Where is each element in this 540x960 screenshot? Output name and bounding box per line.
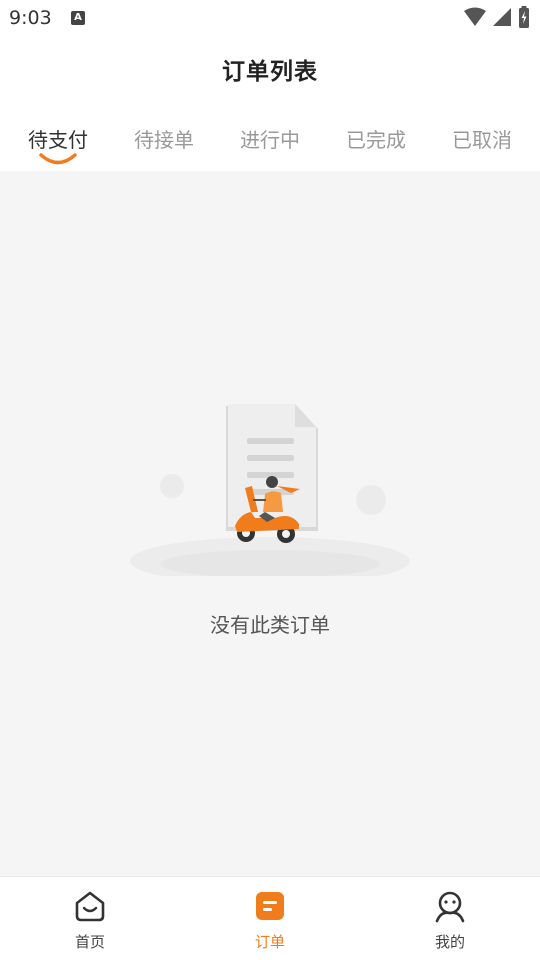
- nav-profile-label: 我的: [434, 933, 465, 951]
- nav-home[interactable]: 首页: [0, 877, 180, 960]
- battery-icon: [519, 6, 529, 28]
- page-header: 订单列表: [0, 36, 540, 108]
- tab-completed[interactable]: 已完成: [326, 108, 426, 171]
- empty-state: 没有此类订单: [0, 171, 540, 876]
- tab-pending-payment[interactable]: 待支付: [8, 108, 108, 171]
- order-status-tabs: 待支付 待接单 进行中 已完成 已取消: [0, 108, 540, 171]
- status-icons: [464, 6, 530, 28]
- tab-in-progress[interactable]: 进行中: [220, 108, 320, 171]
- active-tab-smile-indicator: [39, 153, 77, 165]
- nav-orders-label: 订单: [254, 933, 285, 951]
- nav-orders[interactable]: 订单: [180, 877, 360, 960]
- page-title: 订单列表: [222, 59, 318, 85]
- tab-label: 待接单: [134, 128, 194, 152]
- tab-cancelled[interactable]: 已取消: [432, 108, 532, 171]
- order-list-screen: 9:03 A 订单列表 待支付 待接单 进行中 已完成 已取消 没有此类订单 首…: [0, 0, 540, 960]
- notification-a-icon: A: [71, 11, 85, 25]
- tab-awaiting-acceptance[interactable]: 待接单: [114, 108, 214, 171]
- tab-label: 已完成: [346, 128, 406, 152]
- tab-label: 进行中: [240, 128, 300, 152]
- empty-orders-illustration: [130, 404, 410, 576]
- empty-state-message: 没有此类订单: [210, 613, 330, 637]
- wifi-icon: [464, 7, 486, 26]
- profile-icon: [435, 891, 465, 923]
- nav-profile[interactable]: 我的: [360, 877, 540, 960]
- bottom-navigation: 首页 订单 我的: [0, 876, 540, 960]
- status-bar: 9:03 A: [0, 0, 540, 36]
- nav-home-label: 首页: [74, 933, 105, 951]
- order-icon: [256, 892, 284, 920]
- status-time: 9:03: [9, 7, 52, 29]
- home-icon: [75, 891, 105, 922]
- cell-signal-icon: [493, 8, 511, 26]
- tab-label: 已取消: [452, 128, 512, 152]
